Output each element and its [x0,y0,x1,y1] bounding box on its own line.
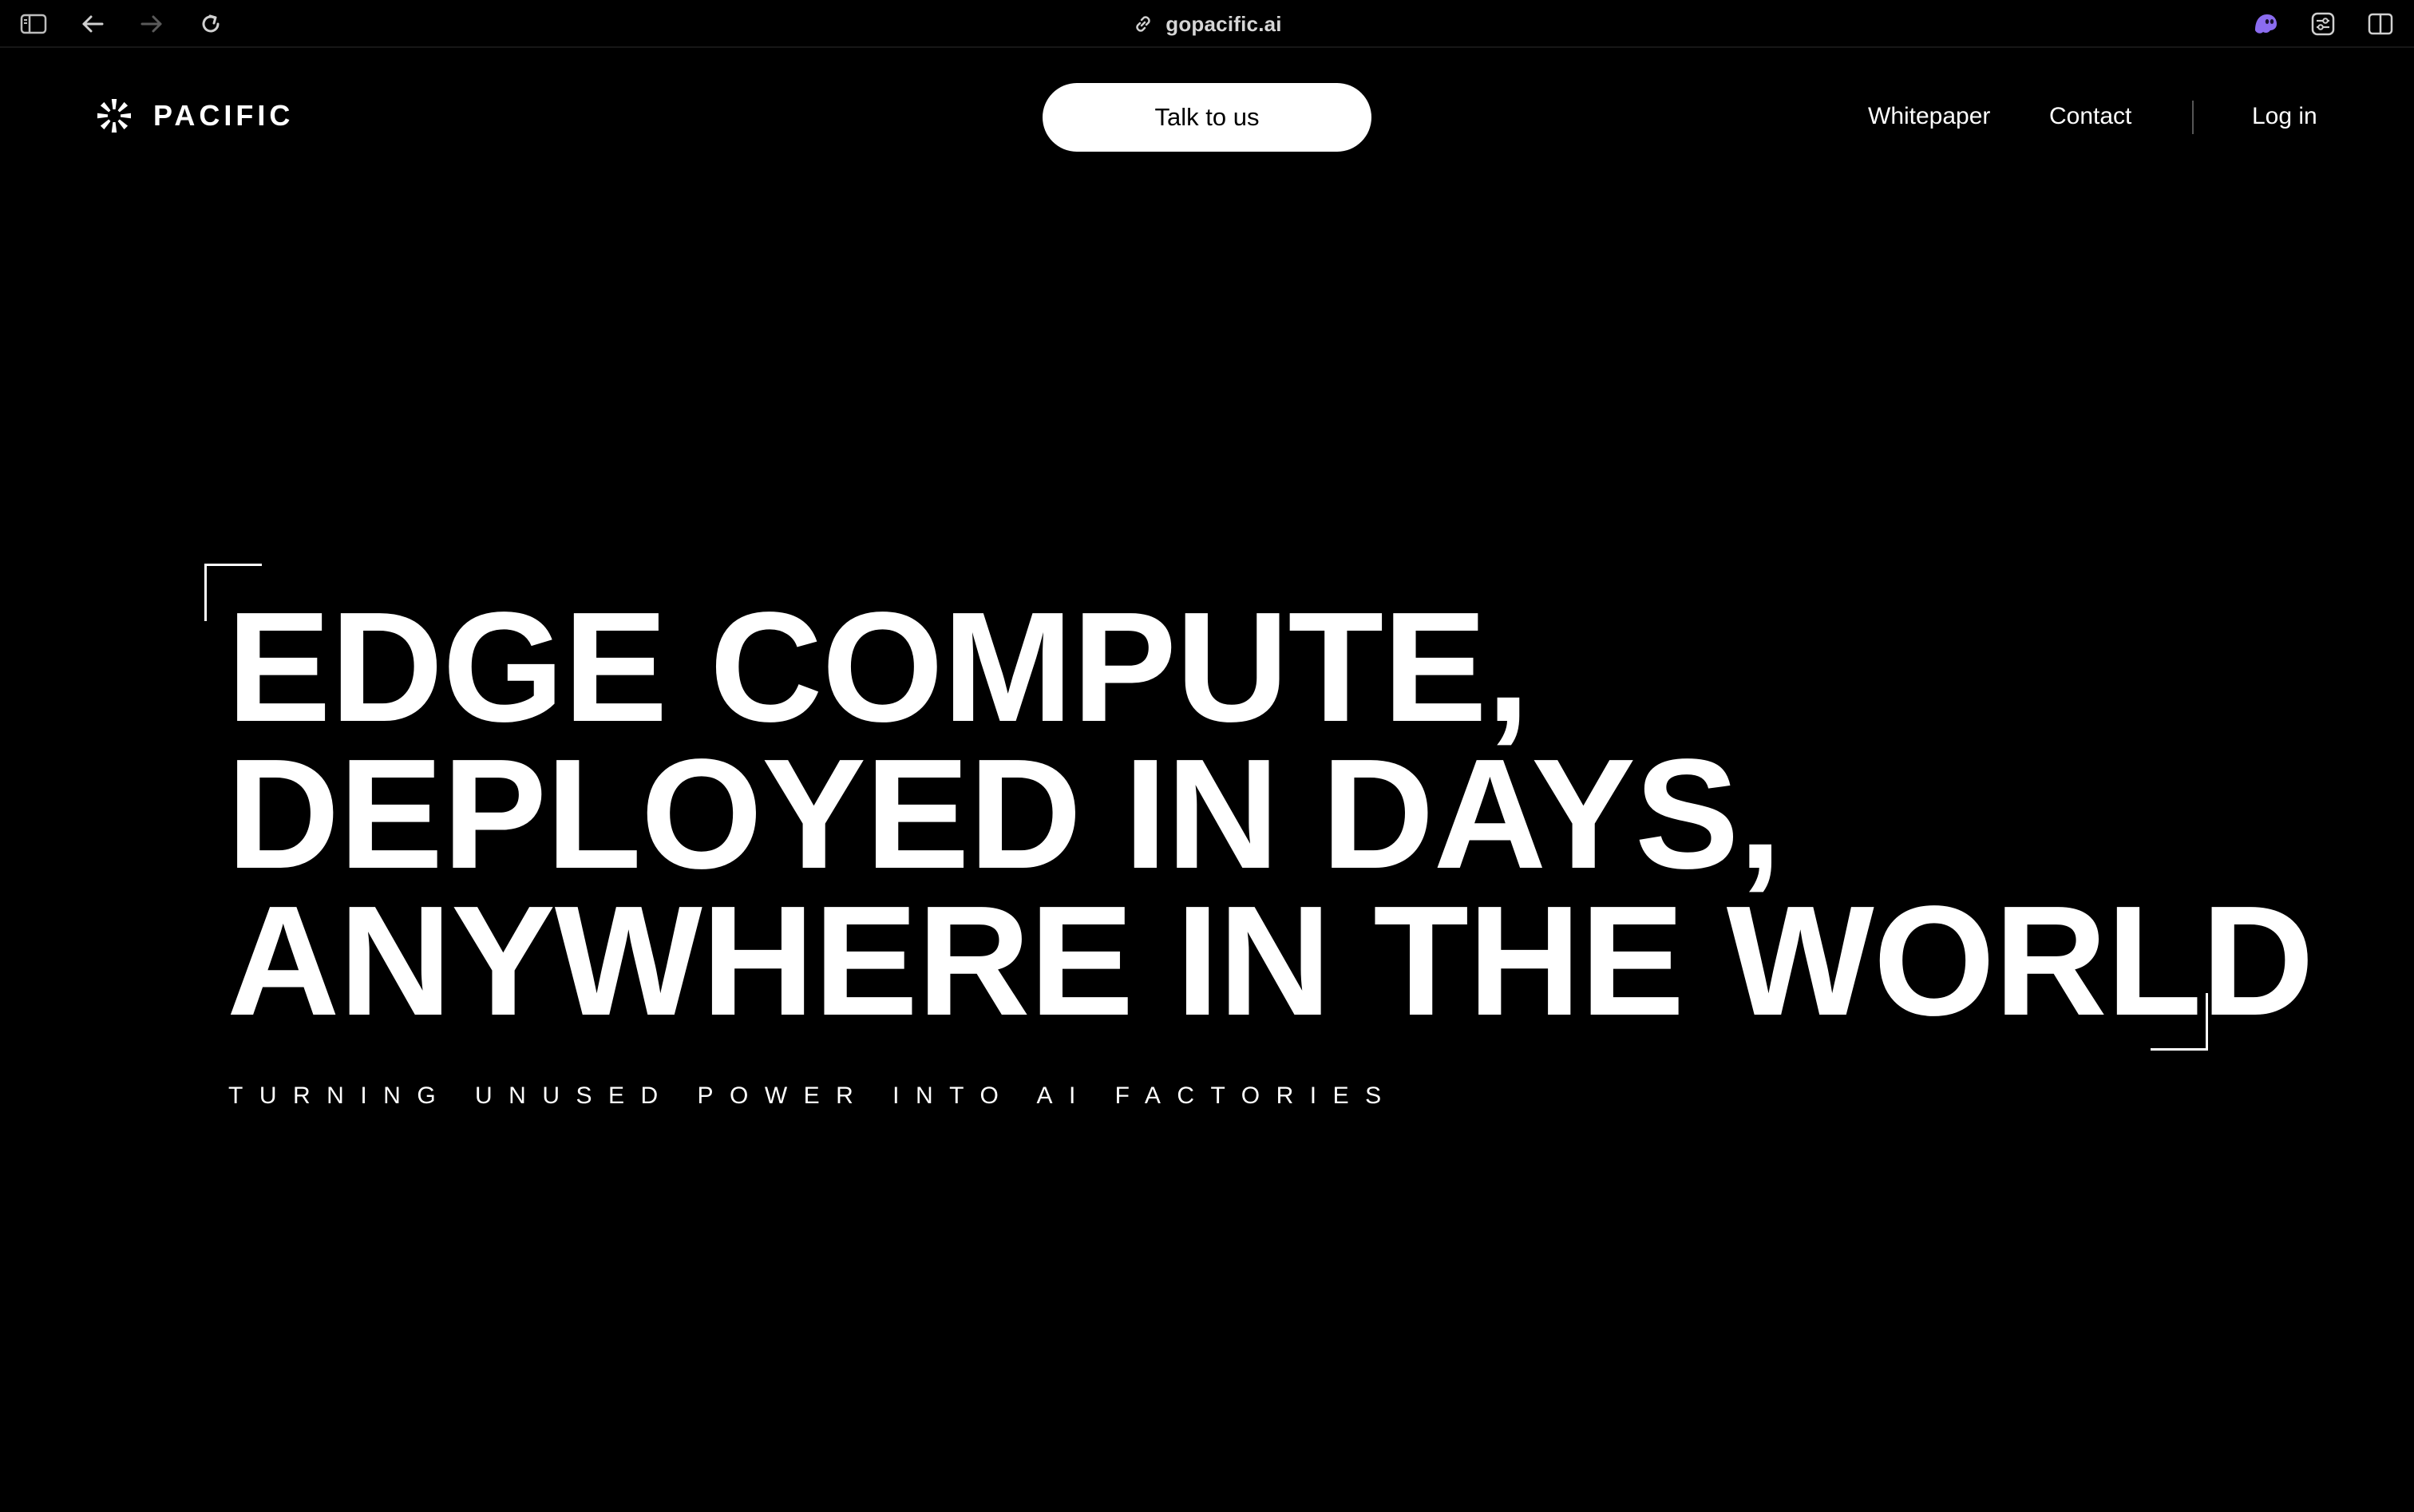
split-view-button[interactable] [2363,6,2398,42]
extension-ghost-icon [2255,14,2277,34]
url-text: gopacific.ai [1165,11,1282,36]
link-icon [1136,16,1150,32]
extension-tune-button[interactable] [2305,6,2341,42]
back-arrow-icon [82,15,104,33]
address-bar[interactable]: gopacific.ai [1102,6,1312,42]
nav-login-link[interactable]: Log in [2252,101,2317,133]
pacific-logo[interactable]: PACIFIC [96,96,294,136]
hero-headline: EDGE COMPUTE, DEPLOYED IN DAYS, ANYWHERE… [227,580,2314,1048]
extension-ghost-button[interactable] [2248,6,2283,42]
talk-to-us-button[interactable]: Talk to us [1043,83,1371,152]
forward-arrow-icon [140,15,162,33]
hero-headline-line: EDGE COMPUTE, [227,580,1530,754]
sidebar-icon [20,14,47,34]
browser-toolbar: gopacific.ai [0,0,2414,48]
reload-button[interactable] [193,6,228,42]
hero-headline-line: ANYWHERE IN THE WORLD [227,873,2314,1048]
split-view-icon [2368,13,2393,35]
forward-button[interactable] [134,6,169,42]
hero-tagline: TURNING UNUSED POWER INTO AI FACTORIES [228,1083,1398,1109]
nav-contact-link[interactable]: Contact [2049,101,2131,133]
logo-wordmark: PACIFIC [153,99,295,132]
nav-whitepaper-link[interactable]: Whitepaper [1868,101,1990,133]
pacific-logo-icon [97,99,131,133]
extension-tune-icon [2311,12,2335,36]
back-button[interactable] [75,6,110,42]
nav-divider [2192,101,2194,134]
site-header: PACIFIC Talk to us Whitepaper Contact Lo… [0,48,2414,187]
reload-icon [202,14,220,33]
hero-headline-line: DEPLOYED IN DAYS, [227,726,1782,901]
sidebar-toggle-button[interactable] [16,6,51,42]
